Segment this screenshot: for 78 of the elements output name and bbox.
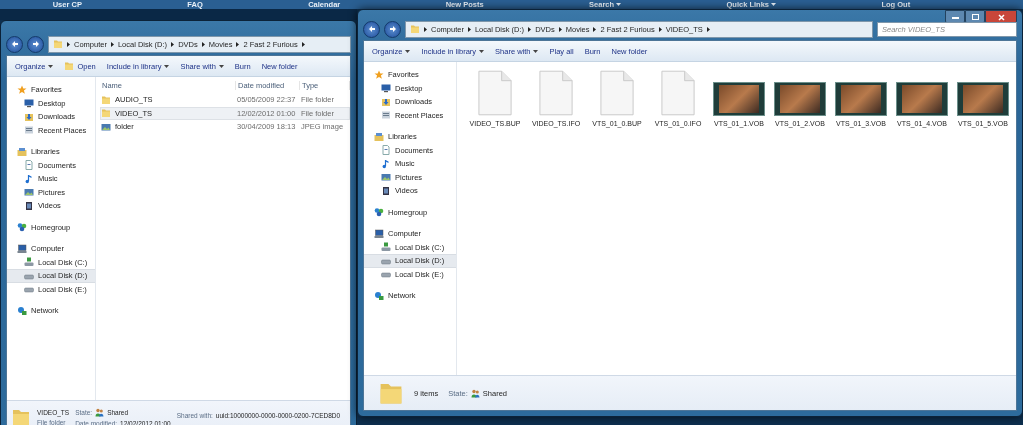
blank-document-icon [599, 70, 635, 116]
hard-drive-icon [24, 284, 34, 295]
video-thumbnail [835, 82, 887, 116]
folder-icon [101, 108, 111, 119]
shared-users-icon [95, 407, 105, 417]
blank-document-icon [477, 70, 513, 116]
forward-arrow-icon [31, 40, 40, 48]
monitor-icon [381, 83, 391, 94]
computer-icon [17, 243, 27, 254]
network-icon [17, 305, 27, 316]
document-icon [24, 160, 34, 171]
library-icon [17, 146, 27, 157]
hard-drive-icon [381, 242, 391, 253]
library-icon [374, 131, 384, 142]
folder-icon [11, 407, 31, 425]
film-icon [381, 185, 391, 196]
video-thumbnail [713, 82, 765, 116]
folder-icon [64, 61, 75, 71]
caret-icon [48, 64, 54, 68]
download-folder-icon [24, 111, 34, 122]
forward-arrow-icon [388, 25, 397, 33]
recent-places-icon [381, 110, 391, 121]
breadcrumb-arrow-icon [67, 41, 70, 47]
star-icon [17, 84, 27, 95]
forward-button[interactable] [384, 20, 401, 38]
breadcrumb-arrow-icon [658, 26, 662, 32]
homegroup-icon [17, 222, 27, 233]
blank-document-icon [660, 70, 696, 116]
homegroup-icon [374, 207, 384, 218]
download-folder-icon [381, 96, 391, 107]
caret-icon [164, 64, 170, 68]
picture-icon [101, 121, 111, 132]
breadcrumb-arrow-icon [424, 26, 427, 32]
film-icon [24, 200, 34, 211]
close-icon [997, 13, 1005, 21]
forward-button[interactable] [27, 35, 44, 53]
breadcrumb-arrow-icon [301, 41, 305, 47]
breadcrumb-arrow-icon [593, 26, 597, 32]
maximize-icon [971, 14, 979, 20]
document-icon [381, 145, 391, 156]
folder-icon [410, 24, 420, 34]
breadcrumb-arrow-icon [201, 41, 205, 47]
breadcrumb-arrow-icon [236, 41, 240, 47]
caret-icon [771, 3, 776, 6]
caret-icon [218, 64, 224, 68]
recent-places-icon [24, 125, 34, 136]
monitor-icon [24, 98, 34, 109]
computer-icon [374, 228, 384, 239]
caret-icon [405, 49, 411, 53]
caret-icon [616, 3, 622, 6]
music-note-icon [24, 173, 34, 184]
breadcrumb-arrow-icon [558, 26, 562, 32]
video-thumbnail [957, 82, 1009, 116]
breadcrumb-arrow-icon [171, 41, 175, 47]
picture-icon [381, 172, 391, 183]
back-button[interactable] [363, 20, 380, 38]
back-arrow-icon [367, 25, 376, 33]
breadcrumb-arrow-icon [706, 26, 710, 32]
video-thumbnail [774, 82, 826, 116]
breadcrumb-arrow-icon [110, 41, 114, 47]
hard-drive-icon [381, 269, 391, 280]
shared-users-icon [470, 388, 480, 398]
back-button[interactable] [6, 35, 23, 53]
blank-document-icon [538, 70, 574, 116]
back-arrow-icon [10, 40, 19, 48]
breadcrumb-arrow-icon [467, 26, 471, 32]
picture-icon [24, 187, 34, 198]
folder-icon [53, 39, 63, 49]
folder-icon [101, 94, 111, 105]
star-icon [374, 69, 384, 80]
network-icon [374, 290, 384, 301]
caret-icon [479, 49, 485, 53]
hard-drive-icon [24, 257, 34, 268]
music-note-icon [381, 158, 391, 169]
minimize-icon [951, 15, 959, 19]
breadcrumb-arrow-icon [528, 26, 532, 32]
caret-icon [533, 49, 539, 53]
video-thumbnail [896, 82, 948, 116]
